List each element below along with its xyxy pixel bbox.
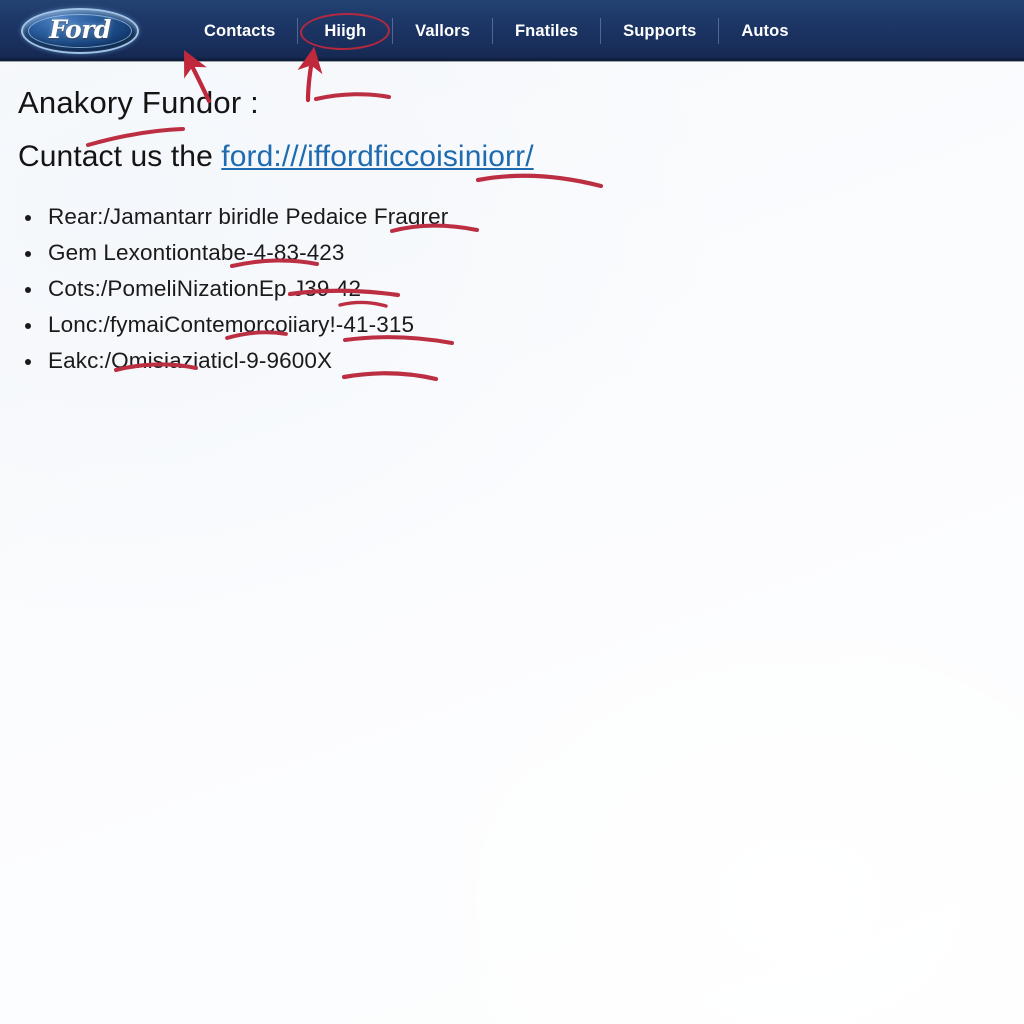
list-item-text: Lonc:/fymaiContemorcoiiary!-41-315 <box>48 312 415 337</box>
list-item: Rear:/Jamantarr biridle Pedaice Fragrer <box>22 199 448 235</box>
contact-line-prefix: Cuntact us the <box>18 140 222 173</box>
arrow-to-hiigh <box>297 46 323 103</box>
contact-url-link[interactable]: ford:///iffordficcoisiniorr/ <box>221 140 533 173</box>
nav-item-contacts-label: Contacts <box>204 21 276 40</box>
list-item: Cots:/PomeliNizationEp.J39 42 <box>22 271 448 307</box>
list-item-text: Cots:/PomeliNizationEp.J39 42 <box>48 276 362 301</box>
ford-logo[interactable]: Ford <box>21 7 139 54</box>
nav-item-vallors[interactable]: Vallors <box>392 17 492 44</box>
page-title: Anakory Fundor : <box>18 85 259 120</box>
nav-item-supports[interactable]: Supports <box>600 17 718 44</box>
marker-stroke-heading <box>314 92 391 101</box>
nav-item-autos-label: Autos <box>741 21 789 40</box>
nav-item-hiigh-label: Hiigh <box>324 21 367 40</box>
nav-item-vallors-label: Vallors <box>415 21 470 40</box>
contact-line: Cuntact us the ford:///iffordficcoisinio… <box>18 140 534 174</box>
list-item: Gem Lexontiontabe-4-83-423 <box>22 235 448 271</box>
nav-item-hiigh[interactable]: Hiigh <box>297 11 392 51</box>
nav-item-autos[interactable]: Autos <box>718 17 810 44</box>
list-item-text: Rear:/Jamantarr biridle Pedaice Fragrer <box>48 204 449 229</box>
top-navigation-bar: Ford Contacts Hiigh Vallors Fnatiles Sup… <box>0 0 1024 61</box>
list-item: Eakc:/Omisiaziaticl-9-9600X <box>22 343 448 379</box>
list-item: Lonc:/fymaiContemorcoiiary!-41-315 <box>22 307 448 343</box>
nav-item-fnatiles[interactable]: Fnatiles <box>491 17 600 44</box>
marker-stroke-link <box>475 173 604 189</box>
list-item-text: Eakc:/Omisiaziaticl-9-9600X <box>48 348 333 373</box>
nav-item-contacts[interactable]: Contacts <box>182 18 297 44</box>
contact-bullet-list: Rear:/Jamantarr biridle Pedaice Fragrer … <box>22 199 448 379</box>
nav-item-supports-label: Supports <box>623 21 697 40</box>
ford-logo-wordmark: Ford <box>49 15 111 44</box>
nav-items: Contacts Hiigh Vallors Fnatiles Supports… <box>182 9 811 53</box>
list-item-text: Gem Lexontiontabe-4-83-423 <box>48 240 345 265</box>
nav-item-fnatiles-label: Fnatiles <box>514 21 579 40</box>
